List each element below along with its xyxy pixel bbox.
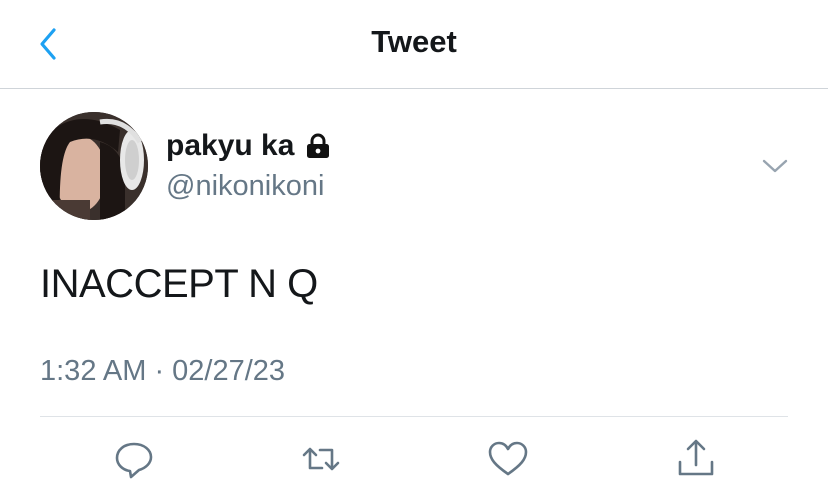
- navigation-bar: Tweet: [0, 0, 828, 88]
- avatar[interactable]: [40, 112, 148, 220]
- retweet-icon: [302, 447, 340, 471]
- user-handle[interactable]: @nikonikoni: [166, 170, 324, 203]
- header-divider: [0, 88, 828, 89]
- heart-icon: [488, 441, 528, 476]
- more-options-button[interactable]: [760, 152, 790, 180]
- like-button[interactable]: [485, 436, 531, 482]
- avatar-image: [40, 112, 148, 220]
- actions-divider: [40, 416, 788, 417]
- page-title: Tweet: [371, 24, 457, 59]
- chevron-down-icon: [762, 159, 788, 173]
- lock-icon: [307, 133, 330, 158]
- retweet-button[interactable]: [298, 436, 344, 482]
- display-name[interactable]: pakyu ka: [166, 129, 294, 163]
- share-icon: [678, 439, 714, 476]
- tweet-timestamp: 1:32 AM · 02/27/23: [40, 355, 286, 387]
- reply-button[interactable]: [111, 436, 157, 482]
- reply-icon: [115, 442, 153, 479]
- author-name-row[interactable]: pakyu ka: [166, 129, 332, 163]
- tweet-text: INACCEPT N Q: [40, 262, 318, 306]
- share-button[interactable]: [673, 436, 719, 482]
